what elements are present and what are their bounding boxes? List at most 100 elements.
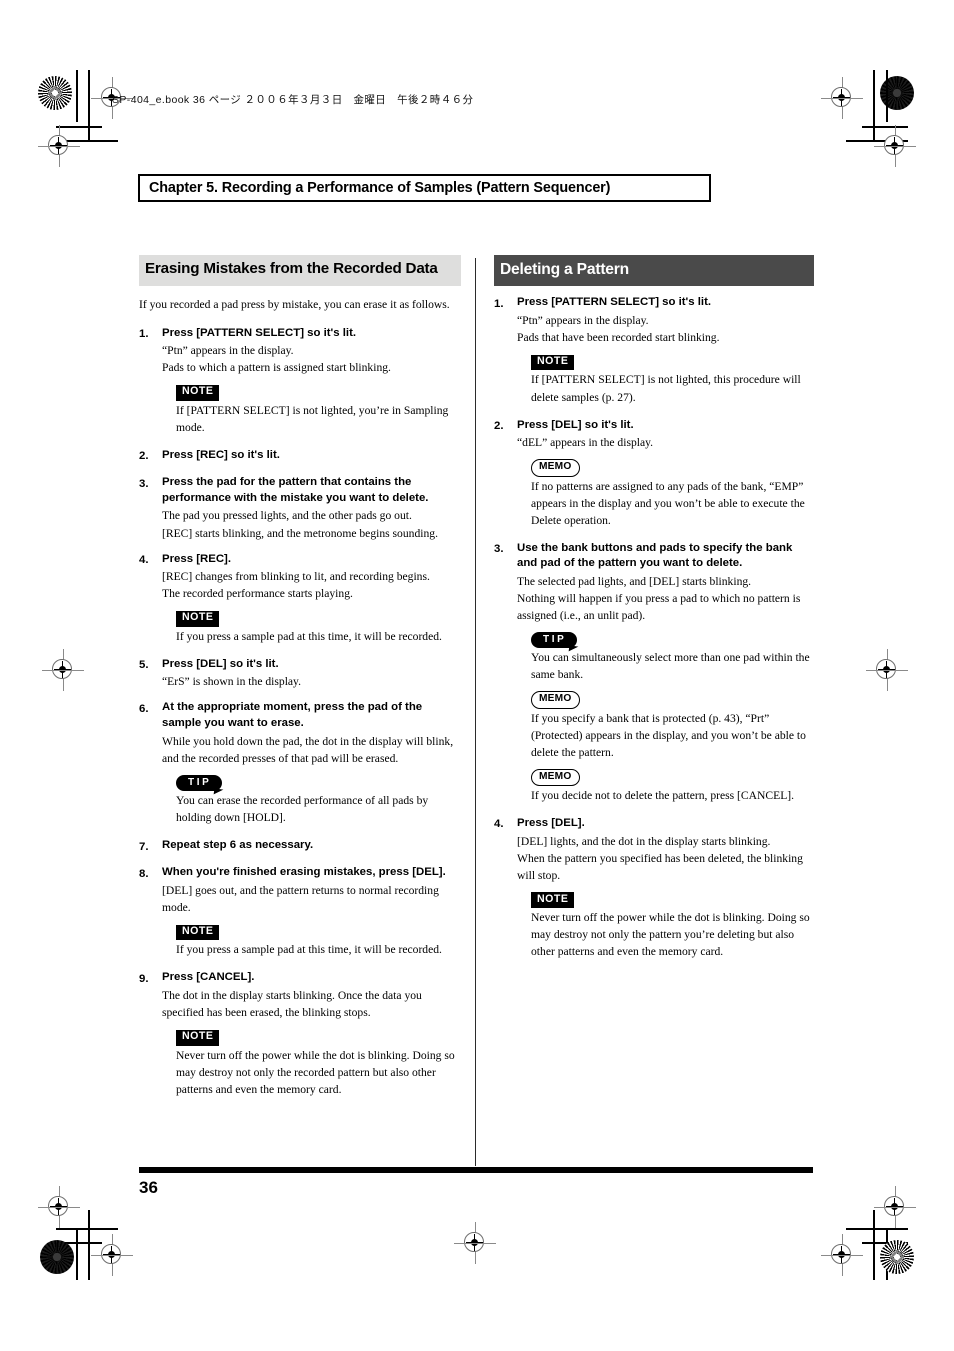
section-heading-erasing-mistakes: Erasing Mistakes from the Recorded Data: [139, 255, 461, 286]
step-number: 1.: [139, 328, 149, 341]
registration-mark-upper-left-inner: [38, 125, 80, 167]
step-body: Press [REC]. [REC] changes from blinking …: [162, 552, 461, 647]
step-detail-line: Pads that have been recorded start blink…: [517, 331, 720, 345]
step-title: At the appropriate moment, press the pad…: [162, 701, 423, 730]
step-title: Repeat step 6 as necessary.: [162, 839, 314, 852]
callout-note: NOTE Never turn off the power while the d…: [517, 891, 814, 960]
step-title: Press the pad for the pattern that conta…: [162, 476, 429, 504]
callout-text: You can simultaneously select more than …: [531, 651, 810, 682]
callout-note: NOTE If you press a sample pad at this ti…: [162, 609, 461, 644]
registration-mark-bottom-left: [91, 1234, 133, 1276]
step-body: Press [PATTERN SELECT] so it's lit. “Ptn”…: [162, 326, 461, 438]
callout-memo: MEMO If you decide not to delete the patt…: [517, 768, 814, 804]
callout-text: You can erase the recorded performance o…: [176, 794, 429, 825]
procedure-step: 6. At the appropriate moment, press the p…: [139, 700, 461, 828]
registration-mark-bottom-center: [454, 1222, 496, 1264]
step-number: 5.: [139, 659, 149, 672]
callout-text: If no patterns are assigned to any pads …: [531, 479, 805, 527]
callout-text: Never turn off the power while the dot i…: [531, 911, 810, 959]
step-detail-line: “Ptn” appears in the display.: [162, 344, 294, 358]
callout-badge-row: MEMO: [531, 768, 814, 786]
step-detail-line: When the pattern you specified has been …: [517, 851, 803, 882]
procedure-step: 3. Use the bank buttons and pads to speci…: [494, 541, 814, 806]
callout-note: NOTE Never turn off the power while the d…: [162, 1028, 461, 1097]
callout-badge-row: NOTE: [176, 383, 461, 401]
step-number: 3.: [139, 477, 149, 490]
note-badge-icon: NOTE: [176, 1029, 220, 1046]
step-detail-line: While you hold down the pad, the dot in …: [162, 734, 454, 765]
callout-text: If you decide not to delete the pattern,…: [531, 788, 795, 802]
registration-mark-left-middle: [42, 649, 84, 691]
procedure-step: 3. Press the pad for the pattern that con…: [139, 475, 461, 542]
callout-note: NOTE If [PATTERN SELECT] is not lighted, …: [162, 383, 461, 435]
procedure-step: 2. Press [REC] so it's lit.: [139, 448, 461, 465]
halftone-target-bottom-right: [880, 1240, 914, 1274]
step-title: Press [PATTERN SELECT] so it's lit.: [517, 296, 712, 309]
step-detail-line: The recorded performance starts playing.: [162, 587, 353, 601]
callout-badge-row: NOTE: [531, 891, 814, 909]
note-badge-icon: NOTE: [531, 892, 575, 909]
callout-text: If you press a sample pad at this time, …: [176, 629, 442, 643]
step-title: Press [CANCEL].: [162, 971, 255, 984]
column-divider: [475, 258, 476, 1166]
registration-mark-right-middle: [866, 649, 908, 691]
step-body: At the appropriate moment, press the pad…: [162, 700, 461, 828]
book-file-header-line: SP-404_e.book 36 ページ ２００６年３月３日 金曜日 午後２時４…: [112, 94, 474, 106]
callout-note: NOTE If [PATTERN SELECT] is not lighted, …: [517, 353, 814, 405]
callout-text: If [PATTERN SELECT] is not lighted, you’…: [176, 403, 449, 434]
left-column: Erasing Mistakes from the Recorded Data …: [139, 255, 461, 1110]
registration-mark-bottom-right: [821, 1234, 863, 1276]
callout-text: If you specify a bank that is protected …: [531, 711, 806, 759]
right-column: Deleting a Pattern 1. Press [PATTERN SELE…: [494, 255, 814, 972]
step-detail-line: [REC] changes from blinking to lit, and …: [162, 570, 430, 584]
halftone-target-bottom-left: [40, 1240, 74, 1274]
step-number: 6.: [139, 702, 149, 715]
tip-badge-icon: TIP: [176, 775, 223, 792]
footer-rule: [139, 1167, 813, 1173]
step-number: 1.: [494, 297, 504, 310]
halftone-target-top-left: [38, 76, 72, 110]
callout-badge-row: MEMO: [531, 690, 814, 709]
callout-badge-row: NOTE: [176, 1028, 461, 1046]
note-badge-icon: NOTE: [176, 610, 220, 627]
callout-badge-row: NOTE: [176, 923, 461, 941]
registration-mark-lower-left-inner: [38, 1186, 80, 1228]
note-badge-icon: NOTE: [176, 924, 220, 941]
registration-mark-lower-right-inner: [874, 1186, 916, 1228]
memo-badge-icon: MEMO: [531, 459, 580, 477]
step-title: Press [DEL] so it's lit.: [517, 418, 634, 431]
callout-text: Never turn off the power while the dot i…: [176, 1048, 455, 1096]
registration-mark-top-right: [821, 77, 863, 119]
registration-mark-upper-right-inner: [874, 125, 916, 167]
callout-text: If you press a sample pad at this time, …: [176, 943, 442, 957]
callout-badge-row: NOTE: [531, 353, 814, 371]
procedure-step: 4. Press [DEL]. [DEL] lights, and the dot …: [494, 816, 814, 962]
step-detail-line: [REC] starts blinking, and the metronome…: [162, 526, 438, 540]
step-detail-line: Nothing will happen if you press a pad t…: [517, 592, 801, 623]
callout-text: If [PATTERN SELECT] is not lighted, this…: [531, 373, 801, 404]
step-number: 3.: [494, 543, 504, 556]
step-title: Press [REC] so it's lit.: [162, 448, 280, 461]
callout-tip: TIP You can erase the recorded performanc…: [162, 774, 461, 826]
section-intro-text: If you recorded a pad press by mistake, …: [139, 297, 450, 311]
step-detail-line: The dot in the display starts blinking. …: [162, 989, 422, 1020]
chapter-banner-title: Chapter 5. Recording a Performance of Sa…: [149, 180, 611, 196]
step-number: 8.: [139, 867, 149, 880]
procedure-step: 8. When you're finished erasing mistakes,…: [139, 865, 461, 960]
callout-badge-row: TIP: [176, 774, 461, 792]
procedure-step: 7. Repeat step 6 as necessary.: [139, 838, 461, 855]
step-number: 2.: [139, 450, 149, 463]
procedure-step: 2. Press [DEL] so it's lit. “dEL” appears …: [494, 418, 814, 531]
step-detail-line: The selected pad lights, and [DEL] start…: [517, 575, 752, 589]
step-body: When you're finished erasing mistakes, p…: [162, 865, 461, 960]
procedure-step: 1. Press [PATTERN SELECT] so it's lit. “Pt…: [494, 295, 814, 407]
step-body: Press [REC] so it's lit.: [162, 448, 461, 465]
step-body: Press the pad for the pattern that conta…: [162, 475, 461, 542]
step-detail-line: “Ptn” appears in the display.: [517, 314, 649, 328]
callout-badge-row: MEMO: [531, 458, 814, 477]
step-detail-line: “ErS” is shown in the display.: [162, 675, 302, 689]
step-detail-line: [DEL] lights, and the dot in the display…: [517, 834, 771, 848]
step-body: Use the bank buttons and pads to specify…: [517, 541, 814, 806]
step-detail-line: Pads to which a pattern is assigned star…: [162, 361, 391, 375]
callout-note: NOTE If you press a sample pad at this ti…: [162, 923, 461, 958]
